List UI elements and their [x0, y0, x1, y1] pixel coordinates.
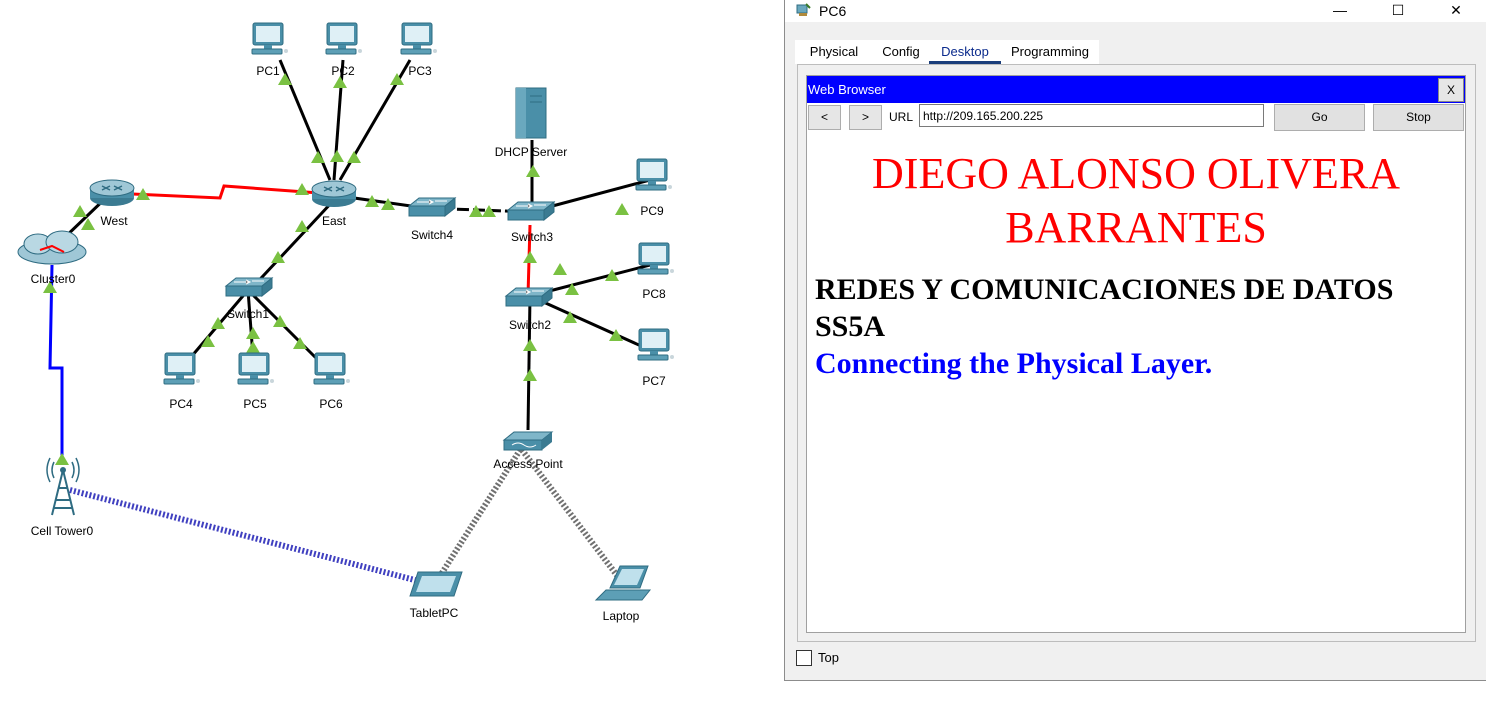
minimize-button[interactable]: — — [1317, 0, 1363, 22]
topology-links — [17, 22, 675, 601]
page-lab-title: Connecting the Physical Layer. — [815, 347, 1213, 380]
cluster0-label: Cluster0 — [30, 272, 76, 286]
pc6-icon — [313, 352, 351, 385]
pc4-icon — [163, 352, 201, 385]
pc6-label: PC6 — [319, 397, 343, 411]
minimize-icon: — — [1333, 2, 1347, 18]
web-browser: Web Browser X < > URL Go Stop DIEGO ALON… — [806, 75, 1466, 633]
topology-canvas[interactable]: PC1 PC2 PC3 West East Cluster0 DHCP Serv… — [0, 0, 785, 702]
pc1-label: PC1 — [256, 64, 280, 78]
server-icon — [515, 87, 547, 139]
west-label: West — [100, 214, 128, 228]
pc2-icon — [325, 22, 363, 55]
pc5-label: PC5 — [243, 397, 267, 411]
tablet-pc-label: TabletPC — [409, 606, 459, 620]
maximize-button[interactable]: ☐ — [1375, 0, 1421, 22]
back-button[interactable]: < — [808, 105, 841, 130]
laptop-icon — [594, 565, 652, 601]
cluster-cloud-icon — [17, 230, 87, 265]
switch3-icon — [507, 201, 555, 221]
access-point-label: Access Point — [493, 457, 563, 471]
pc2-label: PC2 — [331, 64, 355, 78]
tab-config[interactable]: Config — [873, 40, 929, 64]
maximize-icon: ☐ — [1391, 2, 1405, 18]
page-section-line: SS5A — [815, 310, 886, 343]
cell-tower-icon — [46, 457, 80, 516]
switch1-label: Switch1 — [226, 307, 270, 321]
west-router-icon — [89, 179, 135, 207]
close-icon: ✕ — [1450, 2, 1462, 18]
pc8-icon — [637, 242, 675, 275]
pc1-icon — [251, 22, 289, 55]
access-point-icon — [502, 431, 554, 451]
window-title: PC6 — [819, 3, 847, 19]
pc9-label: PC9 — [640, 204, 664, 218]
pc5-icon — [237, 352, 275, 385]
browser-page-content: DIEGO ALONSO OLIVERA BARRANTES REDES Y C… — [807, 133, 1465, 632]
go-button[interactable]: Go — [1274, 104, 1365, 131]
url-label: URL — [889, 110, 914, 124]
dhcp-server-label: DHCP Server — [494, 145, 568, 159]
stop-button[interactable]: Stop — [1373, 104, 1464, 131]
top-checkbox[interactable] — [796, 650, 812, 666]
tab-physical[interactable]: Physical — [795, 40, 873, 64]
pc8-label: PC8 — [642, 287, 666, 301]
browser-title-bar: Web Browser X — [807, 76, 1465, 103]
east-router-icon — [311, 180, 357, 208]
page-heading-line2: BARRANTES — [1005, 203, 1267, 252]
cell-tower0-label: Cell Tower0 — [30, 524, 94, 538]
pc4-label: PC4 — [169, 397, 193, 411]
switch3-label: Switch3 — [510, 230, 554, 244]
packet-tracer-pc-icon — [796, 3, 811, 16]
tab-programming[interactable]: Programming — [1001, 40, 1099, 64]
pc9-icon — [635, 158, 673, 191]
pc7-icon — [637, 328, 675, 361]
page-heading-line1: DIEGO ALONSO OLIVERA — [872, 149, 1400, 198]
page-heading: DIEGO ALONSO OLIVERA BARRANTES — [807, 147, 1465, 255]
forward-button[interactable]: > — [849, 105, 882, 130]
pc6-window: PC6 — ☐ ✕ Physical Config Desktop Progra… — [784, 0, 1486, 681]
page-course-line: REDES Y COMUNICACIONES DE DATOS — [815, 273, 1394, 306]
pc3-icon — [400, 22, 438, 55]
browser-close-button[interactable]: X — [1438, 78, 1464, 102]
switch2-icon — [505, 287, 553, 307]
url-input[interactable] — [919, 104, 1264, 127]
pc7-label: PC7 — [642, 374, 666, 388]
tablet-icon — [409, 571, 463, 597]
switch1-icon — [225, 277, 273, 297]
browser-title: Web Browser — [808, 82, 886, 97]
close-button[interactable]: ✕ — [1433, 0, 1479, 22]
title-bar[interactable]: PC6 — ☐ ✕ — [785, 0, 1486, 22]
switch2-label: Switch2 — [508, 318, 552, 332]
tab-desktop[interactable]: Desktop — [929, 40, 1001, 64]
top-checkbox-label: Top — [818, 650, 839, 665]
switch4-icon — [408, 197, 456, 217]
east-label: East — [321, 214, 347, 228]
switch4-label: Switch4 — [410, 228, 454, 242]
laptop-label: Laptop — [602, 609, 640, 623]
pc3-label: PC3 — [408, 64, 432, 78]
